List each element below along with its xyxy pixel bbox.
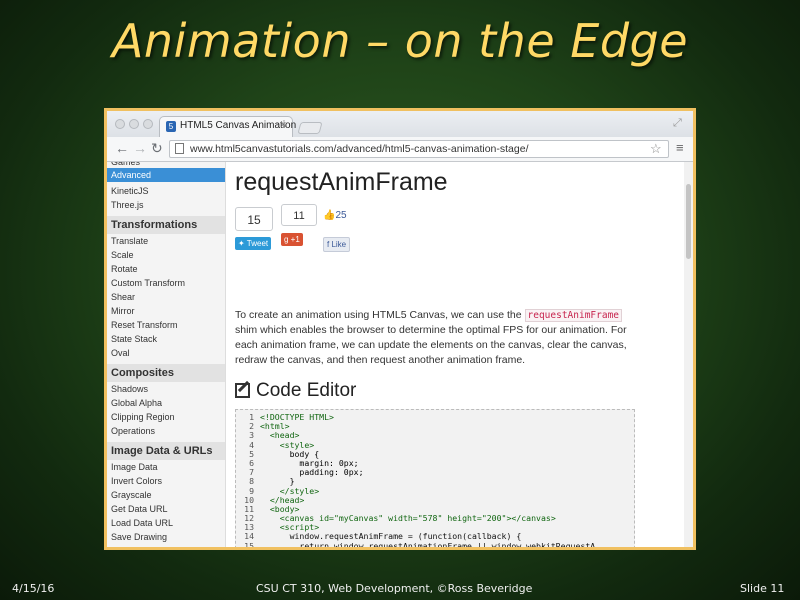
sidebar-item[interactable]: Oval [107, 346, 225, 360]
code-editor-title: Code Editor [256, 380, 357, 401]
tab-close-icon[interactable]: × [280, 119, 286, 131]
code-line: 15 return window.requestAnimationFrame |… [236, 540, 634, 547]
code-line: 1 <!DOCTYPE HTML> [236, 412, 634, 422]
screenshot-frame: 5 HTML5 Canvas Animation × ⤢ ← → ↻ www.h… [104, 108, 696, 550]
tweet-count: 15 [235, 207, 273, 231]
sidebar-item[interactable]: Get Data URL [107, 502, 225, 516]
like-label: Like [331, 240, 347, 249]
para-text-2: shim which enables the browser to determ… [235, 324, 627, 366]
sidebar-item[interactable]: Mirror [107, 304, 225, 318]
sidebar-item[interactable]: Grayscale [107, 488, 225, 502]
zoom-window-button[interactable] [143, 119, 153, 129]
forward-arrow-icon[interactable]: → [133, 140, 147, 156]
vertical-scrollbar[interactable] [684, 162, 693, 547]
html5-favicon-icon: 5 [166, 121, 176, 132]
tweet-label: Tweet [246, 239, 269, 248]
new-tab-button[interactable] [297, 122, 323, 134]
footer-date: 4/15/16 [12, 582, 55, 595]
tweet-widget: 15 ✦ Tweet [235, 207, 273, 251]
browser-tab[interactable]: 5 HTML5 Canvas Animation × [159, 116, 297, 137]
reload-icon[interactable]: ↻ [151, 140, 163, 157]
inline-code: requestAnimFrame [524, 309, 623, 322]
address-bar[interactable]: www.html5canvastutorials.com/advanced/ht… [169, 140, 669, 158]
fullscreen-icon[interactable]: ⤢ [673, 117, 682, 130]
menu-icon[interactable]: ≡ [676, 140, 684, 155]
sidebar-item[interactable]: Image Data [107, 460, 225, 474]
browser-toolbar: ← → ↻ www.html5canvastutorials.com/advan… [107, 137, 693, 162]
scrollbar-thumb[interactable] [686, 184, 691, 259]
sidebar-section-heading: Image Data & URLs [107, 442, 225, 460]
sidebar-item[interactable]: Operations [107, 424, 225, 438]
sidebar-item[interactable]: Custom Transform [107, 276, 225, 290]
browser-window: 5 HTML5 Canvas Animation × ⤢ ← → ↻ www.h… [107, 111, 693, 547]
sidebar-item[interactable]: State Stack [107, 332, 225, 346]
gplus-button[interactable]: g +1 [281, 233, 303, 246]
sidebar-item[interactable]: Load Data URL [107, 516, 225, 530]
sidebar-item[interactable]: Clipping Region [107, 410, 225, 424]
sidebar-item[interactable]: Scale [107, 248, 225, 262]
main-content: requestAnimFrame 15 ✦ Tweet 11 g +1 👍25 … [235, 162, 680, 547]
code-editor-heading: Code Editor [235, 380, 356, 402]
bookmark-star-icon[interactable]: ☆ [650, 141, 662, 157]
gplus-widget: 11 g +1 [281, 204, 317, 247]
page-heading: requestAnimFrame [235, 168, 448, 196]
sidebar-item[interactable]: Rotate [107, 262, 225, 276]
sidebar-item[interactable]: Global Alpha [107, 396, 225, 410]
gplus-label: +1 [290, 235, 300, 244]
tab-title: HTML5 Canvas Animation [180, 120, 297, 131]
slide-title: Animation – on the Edge [111, 14, 689, 68]
intro-paragraph: To create an animation using HTML5 Canva… [235, 308, 635, 368]
sidebar-item[interactable]: Shadows [107, 382, 225, 396]
url-text[interactable]: www.html5canvastutorials.com/advanced/ht… [190, 143, 529, 155]
like-counter: 👍25 [323, 207, 350, 231]
sidebar-section-heading: Transformations [107, 216, 225, 234]
facebook-widget: 👍25 f Like [323, 207, 351, 252]
sidebar-section-transformations: Transformations Translate Scale Rotate C… [107, 216, 225, 360]
sidebar-item[interactable]: Save Drawing [107, 530, 225, 544]
footer-course: CSU CT 310, Web Development, ©Ross Bever… [256, 582, 533, 595]
sidebar-item[interactable]: Reset Transform [107, 318, 225, 332]
tweet-button[interactable]: ✦ Tweet [235, 237, 272, 250]
sidebar-section-composites: Composites Shadows Global Alpha Clipping… [107, 364, 225, 438]
footer-slide-number: Slide 11 [740, 582, 785, 595]
like-count: 25 [335, 210, 347, 221]
edit-icon [235, 383, 250, 398]
back-arrow-icon[interactable]: ← [115, 140, 129, 156]
sidebar-item-threejs[interactable]: Three.js [107, 198, 225, 212]
gplus-icon: g [284, 235, 291, 244]
like-button[interactable]: f Like [323, 237, 351, 252]
gplus-count: 11 [281, 204, 317, 226]
sidebar-section-heading: Composites [107, 364, 225, 382]
sidebar-item-kineticjs[interactable]: KineticJS [107, 184, 225, 198]
thumbs-up-icon: 👍 [323, 210, 336, 221]
sidebar-item[interactable]: Shear [107, 290, 225, 304]
sidebar-item[interactable]: Invert Colors [107, 474, 225, 488]
code-text: return window.requestAnimationFrame || w… [260, 540, 596, 547]
minimize-window-button[interactable] [129, 119, 139, 129]
page-icon [175, 143, 184, 154]
para-text-1: To create an animation using HTML5 Canva… [235, 309, 525, 321]
sidebar-section-image-data: Image Data & URLs Image Data Invert Colo… [107, 442, 225, 544]
twitter-bird-icon: ✦ [238, 239, 247, 248]
sidebar-item[interactable]: Translate [107, 234, 225, 248]
tab-bar: 5 HTML5 Canvas Animation × ⤢ [107, 111, 693, 137]
sidebar-item-advanced[interactable]: Advanced [107, 168, 225, 182]
close-window-button[interactable] [115, 119, 125, 129]
code-editor[interactable]: 1 <!DOCTYPE HTML> 2 <html> 3 <head> 4 <style>… [235, 409, 635, 547]
sidebar-nav: Games Advanced KineticJS Three.js Transf… [107, 162, 226, 547]
code-line: 7 padding: 0px; [236, 467, 634, 477]
line-number: 15 [244, 540, 254, 547]
